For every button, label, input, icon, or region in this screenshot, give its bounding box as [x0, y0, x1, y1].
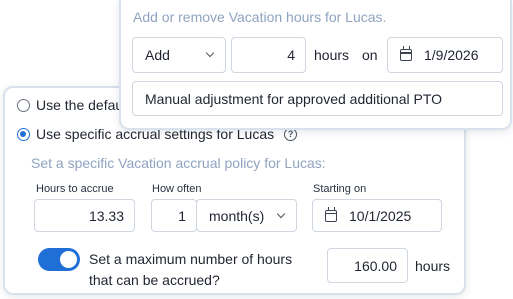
max-hours-label-line1: Set a maximum number of hours: [89, 251, 293, 267]
calendar-icon[interactable]: [400, 46, 412, 61]
action-select[interactable]: Add: [132, 37, 226, 73]
adjust-hours-value: 4: [287, 47, 295, 63]
on-label: on: [362, 47, 378, 63]
adjust-note-input[interactable]: Manual adjustment for approved additiona…: [132, 81, 503, 116]
starting-on-value: 10/1/2025: [349, 207, 412, 224]
calendar-icon[interactable]: [325, 206, 337, 222]
max-hours-input[interactable]: 160.00: [327, 248, 408, 283]
hours-unit-label: hours: [314, 47, 350, 63]
adjust-hours-hint: Add or remove Vacation hours for Lucas.: [133, 9, 387, 25]
how-often-unit-value: month(s): [209, 207, 265, 224]
specific-accrual-radio[interactable]: [17, 127, 30, 141]
default-accrual-radio[interactable]: [17, 98, 30, 112]
chevron-down-icon: [205, 48, 215, 58]
adjust-note-value: Manual adjustment for approved additiona…: [145, 90, 443, 107]
chevron-down-icon: [276, 209, 286, 219]
max-hours-value: 160.00: [354, 257, 397, 274]
how-often-number-input[interactable]: 1: [151, 199, 197, 232]
starting-on-label: Starting on: [313, 183, 367, 195]
how-often-unit-select[interactable]: month(s): [196, 199, 297, 232]
max-hours-unit: hours: [415, 258, 451, 274]
how-often-label: How often: [152, 183, 202, 195]
action-value: Add: [145, 47, 170, 63]
max-hours-toggle[interactable]: [38, 248, 80, 271]
hours-to-accrue-label: Hours to accrue: [36, 183, 114, 195]
default-accrual-label: Use the defau: [36, 97, 124, 113]
adjust-date-value: 1/9/2026: [424, 47, 479, 63]
max-hours-label-line2: that can be accrued?: [89, 272, 220, 288]
adjust-hours-panel: Add or remove Vacation hours for Lucas. …: [119, 0, 512, 130]
hours-to-accrue-value: 13.33: [88, 207, 124, 224]
adjust-date-input[interactable]: 1/9/2026: [387, 37, 503, 73]
starting-on-date-input[interactable]: 10/1/2025: [312, 199, 442, 232]
hours-to-accrue-input[interactable]: 13.33: [34, 199, 135, 232]
adjust-hours-input[interactable]: 4: [231, 37, 306, 73]
accrual-policy-hint: Set a specific Vacation accrual policy f…: [31, 155, 326, 171]
how-often-number-value: 1: [178, 207, 186, 224]
default-accrual-option[interactable]: Use the defau: [17, 97, 123, 113]
